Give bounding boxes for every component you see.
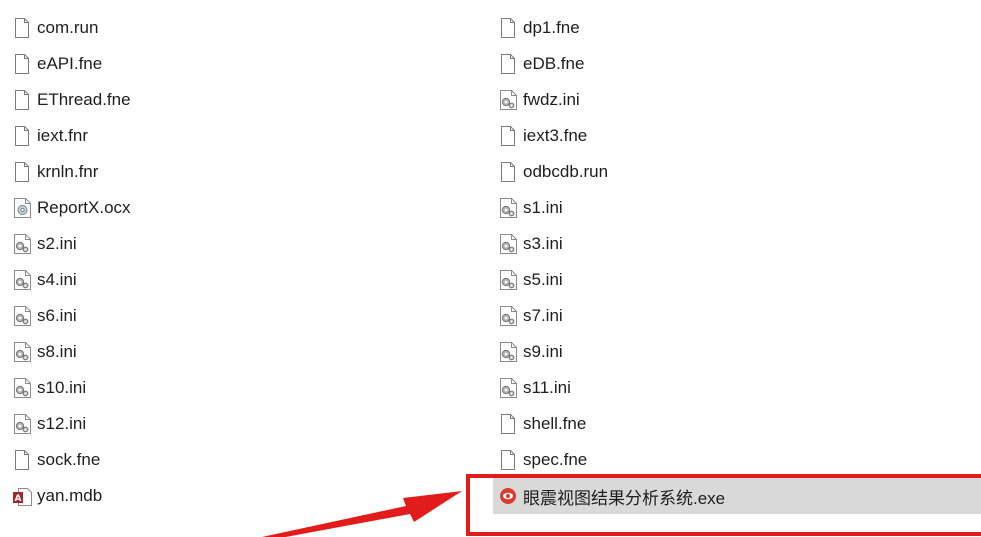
file-item[interactable]: odbcdb.run: [496, 154, 981, 190]
file-name-label: s10.ini: [37, 378, 87, 397]
file-name-label: iext.fnr: [37, 126, 89, 145]
file-name-label: s4.ini: [37, 270, 77, 289]
blank-file-icon: [496, 51, 520, 77]
file-item[interactable]: sock.fne: [10, 442, 470, 478]
file-item[interactable]: ReportX.ocx: [10, 190, 470, 226]
settings-file-icon: [10, 339, 34, 365]
settings-file-icon: [496, 87, 520, 113]
file-name-label: dp1.fne: [523, 18, 580, 37]
file-name-label: s7.ini: [523, 306, 563, 325]
settings-file-icon: [496, 303, 520, 329]
file-name-label: s8.ini: [37, 342, 77, 361]
file-item[interactable]: s10.ini: [10, 370, 470, 406]
blank-file-icon: [496, 447, 520, 473]
file-name-label: s1.ini: [523, 198, 563, 217]
file-item[interactable]: s3.ini: [496, 226, 981, 262]
svg-text:A: A: [15, 494, 22, 504]
file-item[interactable]: eDB.fne: [496, 46, 981, 82]
file-name-label: odbcdb.run: [523, 162, 609, 181]
file-name-label: EThread.fne: [37, 90, 131, 109]
file-item[interactable]: s8.ini: [10, 334, 470, 370]
file-name-label: s12.ini: [37, 414, 87, 433]
settings-file-icon: [496, 375, 520, 401]
blank-file-icon: [10, 123, 34, 149]
blank-file-icon: [496, 159, 520, 185]
settings-file-icon: [10, 375, 34, 401]
file-item[interactable]: s5.ini: [496, 262, 981, 298]
file-item[interactable]: shell.fne: [496, 406, 981, 442]
blank-file-icon: [10, 87, 34, 113]
file-name-label: s5.ini: [523, 270, 563, 289]
blank-file-icon: [496, 15, 520, 41]
file-name-label: s2.ini: [37, 234, 77, 253]
file-name-label: sock.fne: [37, 450, 101, 469]
file-name-label: s6.ini: [37, 306, 77, 325]
blank-file-icon: [496, 123, 520, 149]
blank-file-icon: [10, 447, 34, 473]
file-name-label: ReportX.ocx: [37, 198, 131, 217]
blank-file-icon: [496, 411, 520, 437]
settings-file-icon: [496, 195, 520, 221]
blank-file-icon: [10, 51, 34, 77]
file-name-label: yan.mdb: [37, 486, 103, 505]
file-item[interactable]: s4.ini: [10, 262, 470, 298]
file-item[interactable]: fwdz.ini: [496, 82, 981, 118]
file-name-label: s3.ini: [523, 234, 563, 253]
file-name-label: iext3.fne: [523, 126, 588, 145]
settings-file-icon: [10, 231, 34, 257]
file-name-label: eDB.fne: [523, 54, 585, 73]
file-item[interactable]: s6.ini: [10, 298, 470, 334]
file-item[interactable]: s1.ini: [496, 190, 981, 226]
access-database-icon: A: [10, 483, 34, 509]
file-item[interactable]: krnln.fnr: [10, 154, 470, 190]
file-name-label: eAPI.fne: [37, 54, 103, 73]
settings-file-icon: [496, 267, 520, 293]
file-list-left-column: com.run eAPI.fne EThread.fne iext.fnr krnln.…: [10, 10, 470, 514]
annotation-highlight-box: [466, 474, 981, 536]
file-item[interactable]: s2.ini: [10, 226, 470, 262]
file-name-label: shell.fne: [523, 414, 587, 433]
file-name-label: s11.ini: [523, 378, 571, 397]
file-item[interactable]: iext3.fne: [496, 118, 981, 154]
file-name-label: com.run: [37, 18, 99, 37]
settings-file-icon: [496, 339, 520, 365]
file-item[interactable]: eAPI.fne: [10, 46, 470, 82]
settings-file-icon: [496, 231, 520, 257]
settings-file-icon: [10, 303, 34, 329]
file-list-right-column: dp1.fne eDB.fne fwdz.ini iext3.fne odbcdb.ru…: [493, 10, 981, 514]
file-item[interactable]: s11.ini: [496, 370, 981, 406]
file-item[interactable]: iext.fnr: [10, 118, 470, 154]
file-item[interactable]: EThread.fne: [10, 82, 470, 118]
file-item[interactable]: spec.fne: [496, 442, 981, 478]
file-item[interactable]: s7.ini: [496, 298, 981, 334]
file-name-label: krnln.fnr: [37, 162, 99, 181]
blank-file-icon: [10, 159, 34, 185]
file-item[interactable]: s9.ini: [496, 334, 981, 370]
file-item[interactable]: com.run: [10, 10, 470, 46]
file-item[interactable]: dp1.fne: [496, 10, 981, 46]
file-name-label: spec.fne: [523, 450, 588, 469]
file-name-label: fwdz.ini: [523, 90, 580, 109]
settings-file-icon: [10, 267, 34, 293]
file-item[interactable]: s12.ini: [10, 406, 470, 442]
file-item[interactable]: Ayan.mdb: [10, 478, 470, 514]
activex-control-icon: [10, 195, 34, 221]
settings-file-icon: [10, 411, 34, 437]
file-name-label: s9.ini: [523, 342, 563, 361]
blank-file-icon: [10, 15, 34, 41]
